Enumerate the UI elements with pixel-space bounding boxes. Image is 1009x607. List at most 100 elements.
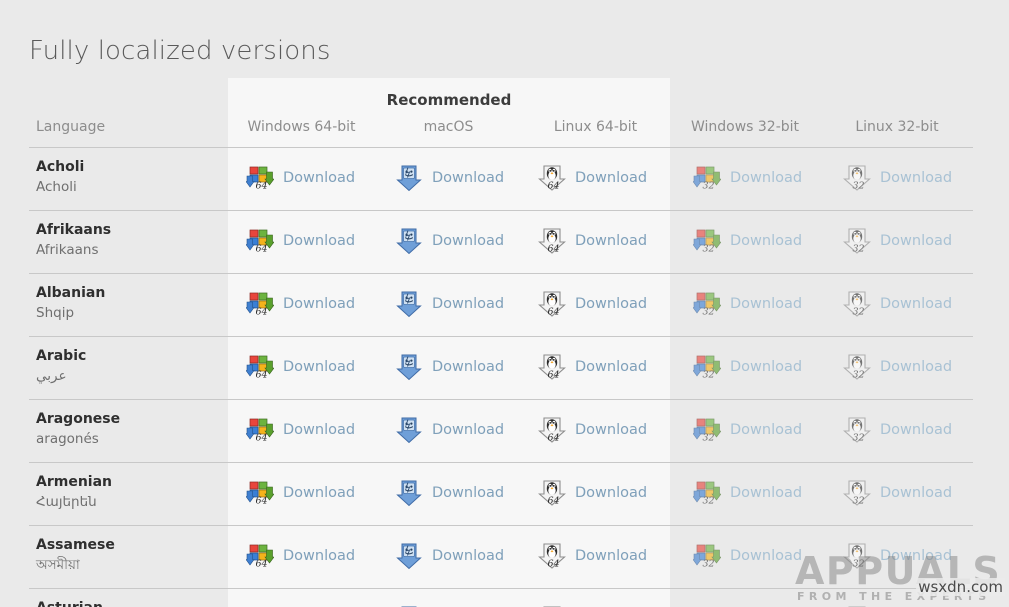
download-link-windows-32[interactable]: 32 Download bbox=[669, 164, 821, 192]
download-link-macos[interactable]: Download bbox=[375, 290, 522, 318]
download-label: Download bbox=[730, 296, 802, 312]
download-link-windows-32[interactable]: 32 Download bbox=[669, 290, 821, 318]
download-link-linux-32[interactable]: 32 Download bbox=[821, 290, 973, 318]
table-row: AcholiAcholi 64 Download Download bbox=[29, 147, 973, 210]
download-link-macos[interactable]: Download bbox=[375, 542, 522, 570]
download-page: Fully localized versions Recommended Lan… bbox=[0, 0, 1009, 607]
download-label: Download bbox=[432, 422, 504, 438]
column-header-windows-64: Windows 64-bit bbox=[228, 119, 375, 135]
linux-32-download-icon: 32 bbox=[843, 353, 871, 381]
linux-32-download-icon: 32 bbox=[843, 227, 871, 255]
macos-download-icon bbox=[395, 290, 423, 318]
language-native-name: Հայերեն bbox=[36, 492, 221, 512]
download-link-linux-64[interactable]: 64 Download bbox=[522, 542, 669, 570]
linux-64-download-icon: 64 bbox=[538, 479, 566, 507]
language-native-name: Acholi bbox=[36, 177, 221, 197]
windows-32-download-icon: 32 bbox=[693, 164, 721, 192]
macos-download-icon bbox=[395, 164, 423, 192]
svg-text:32: 32 bbox=[703, 559, 715, 570]
language-cell: Aragonesearagonés bbox=[36, 410, 221, 449]
svg-text:32: 32 bbox=[703, 307, 715, 318]
download-label: Download bbox=[880, 233, 952, 249]
windows-64-download-icon: 64 bbox=[246, 353, 274, 381]
download-link-linux-32[interactable]: 32 Download bbox=[821, 542, 973, 570]
download-link-windows-64[interactable]: 64 Download bbox=[228, 164, 375, 192]
svg-text:64: 64 bbox=[548, 433, 560, 444]
svg-text:64: 64 bbox=[548, 307, 560, 318]
language-native-name: عربي bbox=[36, 366, 221, 386]
download-label: Download bbox=[575, 296, 647, 312]
download-link-linux-32[interactable]: 32 Download bbox=[821, 164, 973, 192]
svg-text:64: 64 bbox=[256, 559, 268, 570]
download-label: Download bbox=[283, 422, 355, 438]
windows-32-download-icon: 32 bbox=[693, 416, 721, 444]
download-link-macos[interactable]: Download bbox=[375, 416, 522, 444]
download-link-linux-64[interactable]: 64 Download bbox=[522, 227, 669, 255]
table-row: Aragonesearagonés 64 Download Download bbox=[29, 399, 973, 462]
download-link-windows-64[interactable]: 64 Download bbox=[228, 542, 375, 570]
language-name: Assamese bbox=[36, 536, 221, 555]
download-link-macos[interactable]: Download bbox=[375, 164, 522, 192]
download-label: Download bbox=[575, 485, 647, 501]
download-link-windows-64[interactable]: 64 Download bbox=[228, 479, 375, 507]
download-link-linux-64[interactable]: 64 Download bbox=[522, 290, 669, 318]
windows-64-download-icon: 64 bbox=[246, 164, 274, 192]
download-link-windows-32[interactable]: 32 Download bbox=[669, 227, 821, 255]
download-link-macos[interactable]: Download bbox=[375, 353, 522, 381]
svg-text:32: 32 bbox=[703, 244, 715, 255]
svg-text:32: 32 bbox=[853, 496, 865, 507]
windows-64-download-icon: 64 bbox=[246, 290, 274, 318]
download-label: Download bbox=[432, 170, 504, 186]
download-link-macos[interactable]: Download bbox=[375, 479, 522, 507]
download-link-linux-32[interactable]: 32 Download bbox=[821, 227, 973, 255]
download-label: Download bbox=[432, 485, 504, 501]
download-label: Download bbox=[283, 170, 355, 186]
download-link-windows-32[interactable]: 32 Download bbox=[669, 479, 821, 507]
svg-text:64: 64 bbox=[548, 496, 560, 507]
download-link-linux-64[interactable]: 64 Download bbox=[522, 353, 669, 381]
svg-text:32: 32 bbox=[703, 181, 715, 192]
svg-text:64: 64 bbox=[548, 181, 560, 192]
svg-text:32: 32 bbox=[853, 433, 865, 444]
windows-64-download-icon: 64 bbox=[246, 416, 274, 444]
column-header-language: Language bbox=[36, 119, 105, 135]
download-label: Download bbox=[432, 548, 504, 564]
svg-text:32: 32 bbox=[703, 433, 715, 444]
column-header-windows-32: Windows 32-bit bbox=[669, 119, 821, 135]
download-label: Download bbox=[730, 548, 802, 564]
svg-text:64: 64 bbox=[256, 370, 268, 381]
download-link-windows-64[interactable]: 64 Download bbox=[228, 227, 375, 255]
language-name: Acholi bbox=[36, 158, 221, 177]
download-link-linux-64[interactable]: 64 Download bbox=[522, 479, 669, 507]
download-link-windows-64[interactable]: 64 Download bbox=[228, 416, 375, 444]
windows-64-download-icon: 64 bbox=[246, 227, 274, 255]
language-native-name: Shqip bbox=[36, 303, 221, 323]
download-link-linux-64[interactable]: 64 Download bbox=[522, 416, 669, 444]
download-link-windows-64[interactable]: 64 Download bbox=[228, 353, 375, 381]
table-row: AfrikaansAfrikaans 64 Download Download bbox=[29, 210, 973, 273]
download-link-windows-32[interactable]: 32 Download bbox=[669, 416, 821, 444]
download-label: Download bbox=[730, 359, 802, 375]
linux-32-download-icon: 32 bbox=[843, 542, 871, 570]
download-link-windows-64[interactable]: 64 Download bbox=[228, 290, 375, 318]
download-label: Download bbox=[575, 233, 647, 249]
svg-text:64: 64 bbox=[256, 496, 268, 507]
linux-64-download-icon: 64 bbox=[538, 353, 566, 381]
download-link-linux-32[interactable]: 32 Download bbox=[821, 353, 973, 381]
linux-32-download-icon: 32 bbox=[843, 479, 871, 507]
svg-text:64: 64 bbox=[256, 433, 268, 444]
download-link-linux-32[interactable]: 32 Download bbox=[821, 416, 973, 444]
download-label: Download bbox=[575, 422, 647, 438]
language-name: Asturian bbox=[36, 599, 221, 607]
download-link-windows-32[interactable]: 32 Download bbox=[669, 542, 821, 570]
download-link-linux-32[interactable]: 32 Download bbox=[821, 479, 973, 507]
table-row: Assameseঅসমীয়া 64 Download Download bbox=[29, 525, 973, 588]
download-link-windows-32[interactable]: 32 Download bbox=[669, 353, 821, 381]
download-link-macos[interactable]: Download bbox=[375, 227, 522, 255]
recommended-label: Recommended bbox=[228, 91, 670, 109]
svg-text:64: 64 bbox=[256, 181, 268, 192]
svg-text:64: 64 bbox=[548, 559, 560, 570]
download-label: Download bbox=[283, 296, 355, 312]
download-link-linux-64[interactable]: 64 Download bbox=[522, 164, 669, 192]
language-name: Albanian bbox=[36, 284, 221, 303]
